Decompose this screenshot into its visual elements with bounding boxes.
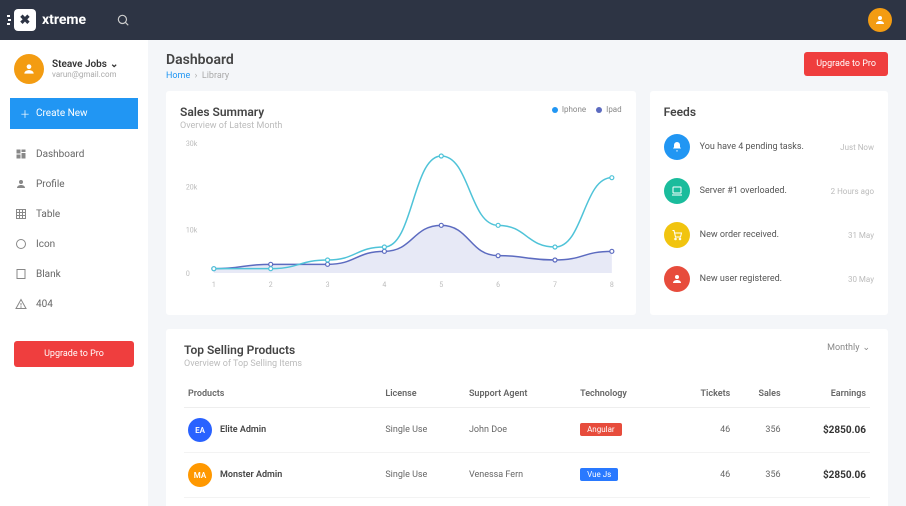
feed-item[interactable]: New user registered. 30 May	[664, 257, 874, 301]
logo[interactable]: ✖ xtreme	[14, 9, 86, 31]
table-row[interactable]: MPMaterial Pro AdminSingle UseJohn DoeBo…	[184, 498, 870, 506]
feed-time: Just Now	[840, 143, 874, 152]
svg-text:5: 5	[439, 281, 443, 289]
table-header: License	[381, 381, 465, 408]
svg-text:20k: 20k	[186, 183, 198, 191]
feed-text: You have 4 pending tasks.	[700, 142, 830, 152]
svg-text:7: 7	[553, 281, 557, 289]
tech-badge: Vue Js	[580, 468, 618, 481]
svg-text:0: 0	[186, 270, 190, 278]
feeds-title: Feeds	[664, 105, 874, 119]
topbar-avatar[interactable]	[868, 8, 892, 32]
tech-badge: Angular	[580, 423, 622, 436]
product-avatar: EA	[188, 418, 212, 442]
sidebar-item-404[interactable]: 404	[0, 289, 148, 319]
upgrade-button-sidebar[interactable]: Upgrade to Pro	[14, 341, 134, 367]
feeds-card: Feeds You have 4 pending tasks. Just Now S…	[650, 91, 888, 315]
feed-text: New user registered.	[700, 274, 838, 284]
products-card: Top Selling Products Overview of Top Sel…	[166, 329, 888, 506]
chart-area: 30k 20k 10k 0 1 2 3 4 5 6 7 8	[180, 139, 622, 289]
upgrade-button-top[interactable]: Upgrade to Pro	[804, 52, 888, 76]
sidebar-item-label: Profile	[36, 179, 65, 190]
products-subtitle: Overview of Top Selling Items	[184, 359, 302, 369]
chevron-down-icon: ⌄	[862, 343, 870, 353]
sidebar-item-label: Dashboard	[36, 149, 84, 160]
table-header: Sales	[734, 381, 784, 408]
feed-text: New order received.	[700, 230, 838, 240]
table-header: Earnings	[785, 381, 870, 408]
blank-icon	[14, 268, 28, 280]
products-title: Top Selling Products	[184, 343, 302, 357]
sidebar-item-profile[interactable]: Profile	[0, 169, 148, 199]
feed-item[interactable]: Server #1 overloaded. 2 Hours ago	[664, 169, 874, 213]
sidebar-item-label: 404	[36, 299, 53, 310]
svg-text:4: 4	[382, 281, 386, 289]
svg-text:6: 6	[496, 281, 500, 289]
chart-legend: IphoneIpad	[552, 105, 622, 114]
brand-name: xtreme	[42, 12, 86, 28]
page-title: Dashboard	[166, 52, 234, 68]
main-content: Dashboard Home › Library Upgrade to Pro …	[148, 40, 906, 506]
sidebar-item-dashboard[interactable]: Dashboard	[0, 139, 148, 169]
feed-time: 30 May	[848, 275, 874, 284]
product-name: Monster Admin	[220, 470, 282, 480]
products-table: ProductsLicenseSupport AgentTechnologyTi…	[184, 381, 870, 506]
sidebar-item-icon[interactable]: Icon	[0, 229, 148, 259]
user-email: varun@gmail.com	[52, 70, 118, 79]
svg-text:3: 3	[326, 281, 330, 289]
feed-icon	[664, 134, 690, 160]
sidebar-item-blank[interactable]: Blank	[0, 259, 148, 289]
breadcrumb-home[interactable]: Home	[166, 71, 190, 81]
products-filter-dropdown[interactable]: Monthly⌄	[827, 343, 870, 353]
warn-icon	[14, 298, 28, 310]
profile-icon	[14, 178, 28, 190]
svg-text:30k: 30k	[186, 140, 198, 148]
svg-text:10k: 10k	[186, 227, 198, 235]
feed-item[interactable]: You have 4 pending tasks. Just Now	[664, 125, 874, 169]
icon-icon	[14, 238, 28, 250]
feed-time: 2 Hours ago	[831, 187, 874, 196]
feed-time: 31 May	[848, 231, 874, 240]
user-block[interactable]: Steave Jobs ⌄ varun@gmail.com	[0, 54, 148, 98]
feed-item[interactable]: New order received. 31 May	[664, 213, 874, 257]
user-avatar-icon	[14, 54, 44, 84]
breadcrumb-current: Library	[202, 71, 229, 81]
sidebar-item-label: Table	[36, 209, 60, 220]
table-header: Technology	[576, 381, 671, 408]
feed-text: Server #1 overloaded.	[700, 186, 821, 196]
logo-icon: ✖	[14, 9, 36, 31]
table-header: Tickets	[671, 381, 734, 408]
chevron-down-icon: ⌄	[110, 59, 118, 70]
feed-icon	[664, 222, 690, 248]
create-new-button[interactable]: ＋ Create New	[10, 98, 138, 129]
sidebar-item-label: Blank	[36, 269, 61, 280]
chart-subtitle: Overview of Latest Month	[180, 121, 282, 131]
table-row[interactable]: EAElite AdminSingle UseJohn DoeAngular46…	[184, 408, 870, 453]
table-row[interactable]: MAMonster AdminSingle UseVenessa FernVue…	[184, 453, 870, 498]
chart-title: Sales Summary	[180, 105, 282, 119]
table-header: Products	[184, 381, 381, 408]
table-header: Support Agent	[465, 381, 576, 408]
search-icon[interactable]	[116, 13, 130, 27]
table-icon	[14, 208, 28, 220]
plus-icon: ＋	[20, 106, 30, 121]
sidebar: Steave Jobs ⌄ varun@gmail.com ＋ Create N…	[0, 40, 148, 506]
feed-icon	[664, 178, 690, 204]
sales-summary-card: Sales Summary Overview of Latest Month I…	[166, 91, 636, 315]
product-avatar: MA	[188, 463, 212, 487]
svg-text:8: 8	[610, 281, 614, 289]
topbar: ✖ xtreme	[0, 0, 906, 40]
user-name: Steave Jobs ⌄	[52, 59, 118, 70]
svg-text:2: 2	[269, 281, 273, 289]
dashboard-icon	[14, 148, 28, 160]
product-name: Elite Admin	[220, 425, 266, 435]
sidebar-item-label: Icon	[36, 239, 55, 250]
svg-text:1: 1	[212, 281, 216, 289]
sidebar-item-table[interactable]: Table	[0, 199, 148, 229]
breadcrumb: Home › Library	[166, 71, 234, 81]
feed-icon	[664, 266, 690, 292]
